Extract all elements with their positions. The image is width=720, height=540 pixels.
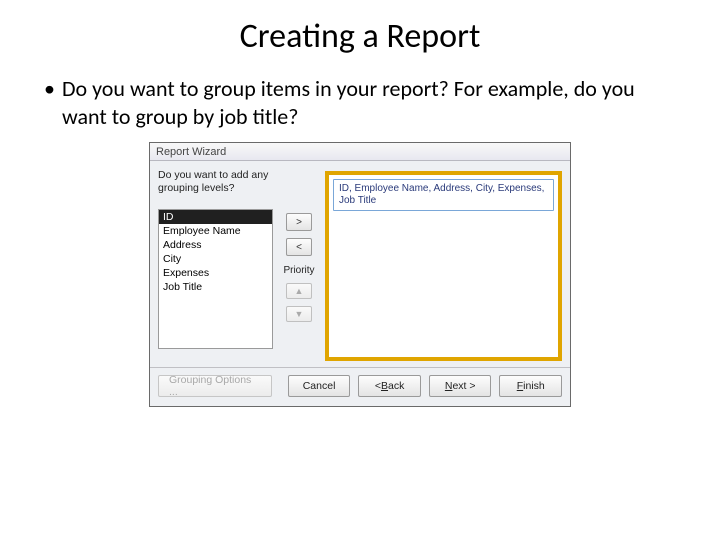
- list-item[interactable]: Job Title: [159, 280, 272, 294]
- dialog-body: Do you want to add any grouping levels? …: [150, 161, 570, 367]
- dialog-titlebar: Report Wizard: [150, 143, 570, 161]
- cancel-button[interactable]: Cancel: [288, 375, 351, 397]
- grouping-options-button: Grouping Options ...: [158, 375, 272, 397]
- right-panel: ID, Employee Name, Address, City, Expens…: [325, 169, 562, 361]
- available-fields-list[interactable]: ID Employee Name Address City Expenses J…: [158, 209, 273, 349]
- list-item[interactable]: ID: [159, 210, 272, 224]
- next-button[interactable]: Next >: [429, 375, 492, 397]
- remove-grouping-button[interactable]: <: [286, 238, 312, 256]
- add-grouping-button[interactable]: >: [286, 213, 312, 231]
- dialog-title: Report Wizard: [156, 146, 226, 158]
- slide-title: Creating a Report: [40, 16, 680, 57]
- list-item[interactable]: Address: [159, 238, 272, 252]
- priority-down-button[interactable]: ▼: [286, 306, 312, 322]
- list-item[interactable]: Employee Name: [159, 224, 272, 238]
- dialog-footer: Grouping Options ... Cancel < Back Next …: [150, 367, 570, 406]
- list-item[interactable]: City: [159, 252, 272, 266]
- slide-bullet: Do you want to group items in your repor…: [40, 75, 680, 130]
- grouping-question: Do you want to add any grouping levels?: [158, 169, 273, 199]
- middle-controls: > < Priority ▲ ▼: [279, 169, 319, 361]
- preview-field-summary: ID, Employee Name, Address, City, Expens…: [333, 179, 554, 211]
- report-wizard-dialog: Report Wizard Do you want to add any gro…: [149, 142, 571, 407]
- finish-button[interactable]: Finish: [499, 375, 562, 397]
- priority-label: Priority: [283, 265, 314, 276]
- back-button[interactable]: < Back: [358, 375, 421, 397]
- report-preview: ID, Employee Name, Address, City, Expens…: [325, 171, 562, 361]
- left-panel: Do you want to add any grouping levels? …: [158, 169, 273, 361]
- list-item[interactable]: Expenses: [159, 266, 272, 280]
- priority-up-button[interactable]: ▲: [286, 283, 312, 299]
